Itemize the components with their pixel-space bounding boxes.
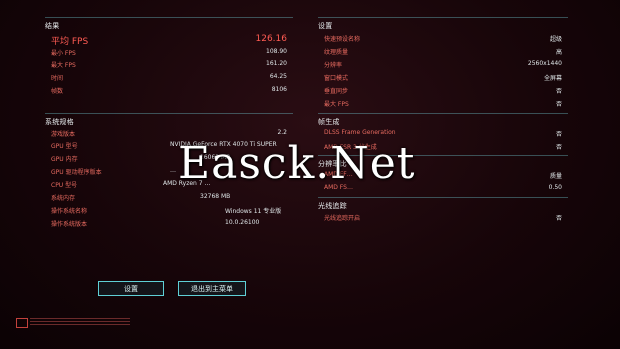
setting-label: 最大 FPS: [324, 101, 349, 108]
setting-value: 全屏幕: [543, 75, 562, 82]
result-label: 帧数: [51, 88, 64, 95]
spec-label: CPU 型号: [51, 182, 78, 189]
settings-button[interactable]: 设置: [98, 281, 164, 296]
spec-value: …: [170, 167, 176, 174]
result-label: 最大 FPS: [51, 62, 76, 69]
setting-value: 2560x1440: [527, 60, 562, 67]
result-row: 最小 FPS 108.90: [45, 48, 293, 59]
setting-value: 高: [555, 49, 562, 56]
raytracing-panel: 光线追踪 光线追踪开启 否: [318, 197, 568, 224]
setting-value: 超级: [549, 36, 562, 43]
spec-value: 32768 MB: [200, 193, 231, 200]
spec-row: 操作系统名称 Windows 11 专业版: [45, 206, 293, 217]
avg-fps-row: 平均 FPS 126.16: [45, 34, 293, 47]
spec-row: 操作系统版本 10.0.26100: [45, 219, 293, 230]
spec-value: 10.0.26100: [225, 219, 260, 226]
setting-label: 分辨率: [324, 62, 343, 69]
raytracing-title: 光线追踪: [318, 202, 347, 210]
result-row: 帧数 8106: [45, 86, 293, 97]
setting-label: 纹理质量: [324, 49, 349, 56]
spec-label: 游戏版本: [51, 131, 76, 138]
results-panel: 结果 平均 FPS 126.16 最小 FPS 108.90 最大 FPS 16…: [45, 17, 293, 98]
game-logo-icon: [16, 318, 28, 328]
result-value: 64.25: [269, 73, 287, 80]
frame-gen-value: 否: [555, 144, 562, 151]
result-value: 8106: [271, 86, 287, 93]
result-row: 时间 64.25: [45, 73, 293, 84]
spec-label: 系统内存: [51, 195, 76, 202]
setting-label: 窗口模式: [324, 75, 349, 82]
setting-label: 垂直同步: [324, 88, 349, 95]
setting-value: 否: [555, 101, 562, 108]
spec-label: GPU 驱动程序版本: [51, 169, 102, 176]
avg-fps-label: 平均 FPS: [51, 37, 89, 47]
result-label: 时间: [51, 75, 64, 82]
frame-gen-title: 帧生成: [318, 118, 340, 126]
exit-to-main-menu-button[interactable]: 退出到主菜单: [178, 281, 246, 296]
result-row: 最大 FPS 161.20: [45, 60, 293, 71]
raytracing-value: 否: [555, 215, 562, 222]
result-label: 最小 FPS: [51, 50, 76, 57]
raytracing-row: 光线追踪开启 否: [318, 213, 568, 224]
spec-label: 操作系统名称: [51, 208, 88, 215]
spec-label: 操作系统版本: [51, 221, 88, 228]
setting-row: 窗口模式 全屏幕: [318, 73, 568, 84]
setting-row: 快速预设名称 超级: [318, 34, 568, 45]
setting-row: 分辨率 2560x1440: [318, 60, 568, 71]
spec-label: GPU 内存: [51, 156, 78, 163]
settings-panel: 设置 快速预设名称 超级 纹理质量 高 分辨率 2560x1440 窗口模式 全…: [318, 17, 568, 108]
watermark-text: Easck.Net: [178, 138, 416, 189]
raytracing-label: 光线追踪开启: [324, 215, 361, 222]
resolution-value: 质量: [549, 173, 562, 180]
spec-row: 系统内存 32768 MB: [45, 193, 293, 204]
settings-title: 设置: [318, 22, 333, 30]
setting-row: 最大 FPS 否: [318, 99, 568, 110]
system-title: 系统规格: [45, 118, 74, 126]
footer-decoration: [30, 318, 130, 326]
setting-value: 否: [555, 88, 562, 95]
result-value: 108.90: [266, 48, 287, 55]
setting-row: 纹理质量 高: [318, 47, 568, 58]
setting-label: 快速预设名称: [324, 36, 361, 43]
resolution-value: 0.50: [548, 184, 562, 191]
spec-value: 2.2: [277, 129, 287, 136]
result-value: 161.20: [266, 60, 287, 67]
frame-gen-value: 否: [555, 131, 562, 138]
avg-fps-value: 126.16: [255, 34, 288, 44]
spec-value: Windows 11 专业版: [225, 208, 282, 215]
setting-row: 垂直同步 否: [318, 86, 568, 97]
results-title: 结果: [45, 22, 60, 30]
frame-gen-label: DLSS Frame Generation: [324, 129, 396, 136]
spec-label: GPU 型号: [51, 143, 78, 150]
